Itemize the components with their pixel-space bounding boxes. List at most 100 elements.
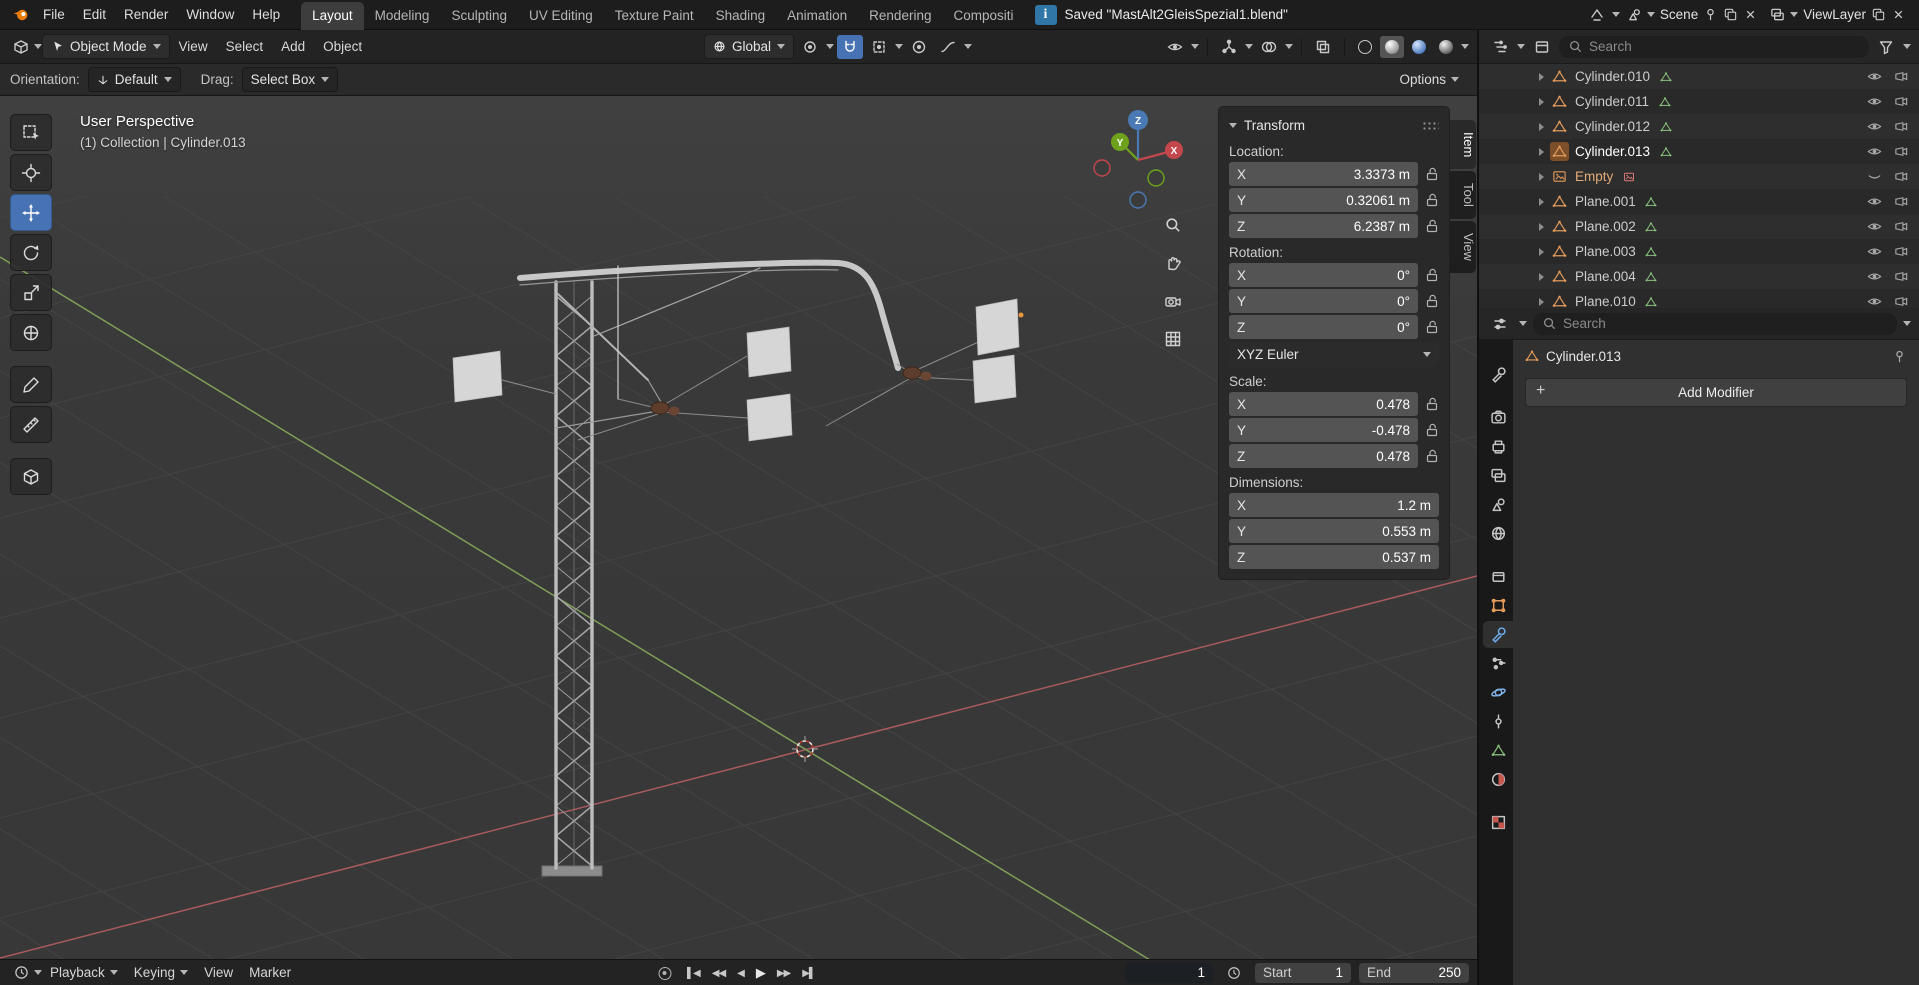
mode-dropdown[interactable]: Object Mode <box>42 34 170 59</box>
hide-eye-icon[interactable] <box>1867 219 1882 234</box>
hide-eye-icon[interactable] <box>1867 94 1882 109</box>
zoom-icon[interactable] <box>1160 212 1186 238</box>
blender-logo-icon[interactable] <box>8 3 34 27</box>
jump-to-start-button[interactable]: ▌◀ <box>683 966 704 981</box>
play-reverse-button[interactable]: ◀ <box>733 966 748 981</box>
outliner-row[interactable]: Plane.004 <box>1479 264 1919 289</box>
outliner-search-input[interactable] <box>1589 39 1860 54</box>
location-z-field[interactable]: Z6.2387 m <box>1229 214 1418 238</box>
chevron-down-icon[interactable] <box>1612 12 1620 17</box>
chevron-down-icon[interactable] <box>1519 321 1527 326</box>
scale-z-field[interactable]: Z0.478 <box>1229 444 1418 468</box>
outliner-row[interactable]: Cylinder.010 <box>1479 64 1919 89</box>
tool-measure[interactable] <box>10 406 52 443</box>
tab-viewlayer-properties[interactable] <box>1483 462 1513 489</box>
expand-icon[interactable] <box>1539 273 1544 281</box>
dimensions-x-field[interactable]: X1.2 m <box>1229 493 1439 517</box>
tool-cursor[interactable] <box>10 154 52 191</box>
start-frame-field[interactable]: Start1 <box>1255 963 1351 983</box>
hide-eye-icon[interactable] <box>1867 269 1882 284</box>
object-name[interactable]: Plane.001 <box>1575 194 1636 209</box>
expand-icon[interactable] <box>1539 148 1544 156</box>
expand-icon[interactable] <box>1539 248 1544 256</box>
disable-render-icon[interactable] <box>1894 194 1909 209</box>
tab-scene-properties[interactable] <box>1483 491 1513 518</box>
menu-playback[interactable]: Playback <box>42 962 126 983</box>
chevron-down-icon[interactable] <box>34 970 42 975</box>
chevron-down-icon[interactable] <box>1191 44 1199 49</box>
snap-target-icon[interactable] <box>866 35 892 59</box>
properties-search-input[interactable] <box>1563 316 1888 331</box>
chevron-down-icon[interactable] <box>826 44 834 49</box>
lock-icon[interactable] <box>1425 267 1439 283</box>
tool-transform[interactable] <box>10 314 52 351</box>
display-mode-icon[interactable] <box>1529 35 1555 59</box>
tab-particle-properties[interactable] <box>1483 650 1513 677</box>
menu-window[interactable]: Window <box>177 3 243 26</box>
tab-compositing[interactable]: Compositi <box>942 2 1024 30</box>
preview-range-icon[interactable] <box>1221 961 1247 985</box>
expand-icon[interactable] <box>1539 98 1544 106</box>
unlink-scene-icon[interactable] <box>1743 7 1758 22</box>
prev-keyframe-button[interactable]: ◀◀ <box>708 966 729 981</box>
outliner-row-empty[interactable]: Empty <box>1479 164 1919 189</box>
tool-rotate[interactable] <box>10 234 52 271</box>
dimensions-y-field[interactable]: Y0.553 m <box>1229 519 1439 543</box>
scale-x-field[interactable]: X0.478 <box>1229 392 1418 416</box>
disable-render-icon[interactable] <box>1894 144 1909 159</box>
show-object-types-icon[interactable] <box>1162 35 1188 59</box>
outliner-search[interactable] <box>1559 36 1869 58</box>
object-name[interactable]: Plane.002 <box>1575 219 1636 234</box>
navigation-gizmo[interactable]: Z Y X <box>1094 110 1183 208</box>
tab-physics-properties[interactable] <box>1483 679 1513 706</box>
options-button[interactable]: Options <box>1399 72 1446 87</box>
remove-viewlayer-icon[interactable] <box>1891 7 1906 22</box>
pan-hand-icon[interactable] <box>1160 250 1186 276</box>
tab-item[interactable]: Item <box>1450 120 1476 169</box>
object-name[interactable]: Cylinder.011 <box>1575 94 1649 109</box>
viewlayer-name[interactable]: ViewLayer <box>1803 7 1866 22</box>
rotation-y-field[interactable]: Y0° <box>1229 289 1418 313</box>
hide-eye-icon[interactable] <box>1867 194 1882 209</box>
viewlayer-selector[interactable]: ViewLayer <box>1765 5 1911 24</box>
viewport-canvas[interactable]: Z Y X User Perspective (1) Collection | … <box>0 96 1477 959</box>
outliner-row[interactable]: Cylinder.012 <box>1479 114 1919 139</box>
tool-select-box[interactable] <box>10 114 52 151</box>
lock-icon[interactable] <box>1425 293 1439 309</box>
snap-magnet-icon[interactable] <box>837 35 863 59</box>
outliner-row[interactable]: Cylinder.011 <box>1479 89 1919 114</box>
properties-editor-icon[interactable] <box>1487 312 1513 336</box>
menu-select[interactable]: Select <box>217 35 273 58</box>
tab-view[interactable]: View <box>1450 221 1476 273</box>
tool-move[interactable] <box>10 194 52 231</box>
tab-uv-editing[interactable]: UV Editing <box>518 2 604 30</box>
tool-scale[interactable] <box>10 274 52 311</box>
chevron-down-icon[interactable] <box>1245 44 1253 49</box>
tab-modifier-properties[interactable] <box>1483 621 1513 648</box>
orthographic-toggle-icon[interactable] <box>1160 326 1186 352</box>
jump-to-end-button[interactable]: ▶▌ <box>798 966 819 981</box>
chevron-down-icon[interactable] <box>1451 77 1459 82</box>
menu-help[interactable]: Help <box>243 3 289 26</box>
scale-y-field[interactable]: Y-0.478 <box>1229 418 1418 442</box>
auto-keying-toggle[interactable] <box>658 967 671 980</box>
drag-mode-dropdown[interactable]: Select Box <box>242 67 339 92</box>
current-frame-field[interactable]: 1 <box>1125 963 1213 983</box>
object-name[interactable]: Cylinder.012 <box>1575 119 1650 134</box>
lock-icon[interactable] <box>1425 422 1439 438</box>
tab-animation[interactable]: Animation <box>776 2 858 30</box>
pin-icon[interactable] <box>1892 349 1907 364</box>
lock-icon[interactable] <box>1425 166 1439 182</box>
scene-selector[interactable]: Scene <box>1622 5 1763 24</box>
shading-rendered-button[interactable] <box>1434 36 1458 58</box>
menu-keying[interactable]: Keying <box>126 962 196 983</box>
disable-render-icon[interactable] <box>1894 169 1909 184</box>
pivot-point-icon[interactable] <box>797 35 823 59</box>
new-viewlayer-icon[interactable] <box>1871 7 1886 22</box>
chevron-down-icon[interactable] <box>1285 44 1293 49</box>
shading-solid-button[interactable] <box>1380 36 1404 58</box>
chevron-down-icon[interactable] <box>1790 12 1798 17</box>
outliner-editor-icon[interactable] <box>1487 35 1513 59</box>
tab-mod0ling[interactable]: Modeling <box>364 2 441 30</box>
falloff-curve-icon[interactable] <box>935 35 961 59</box>
